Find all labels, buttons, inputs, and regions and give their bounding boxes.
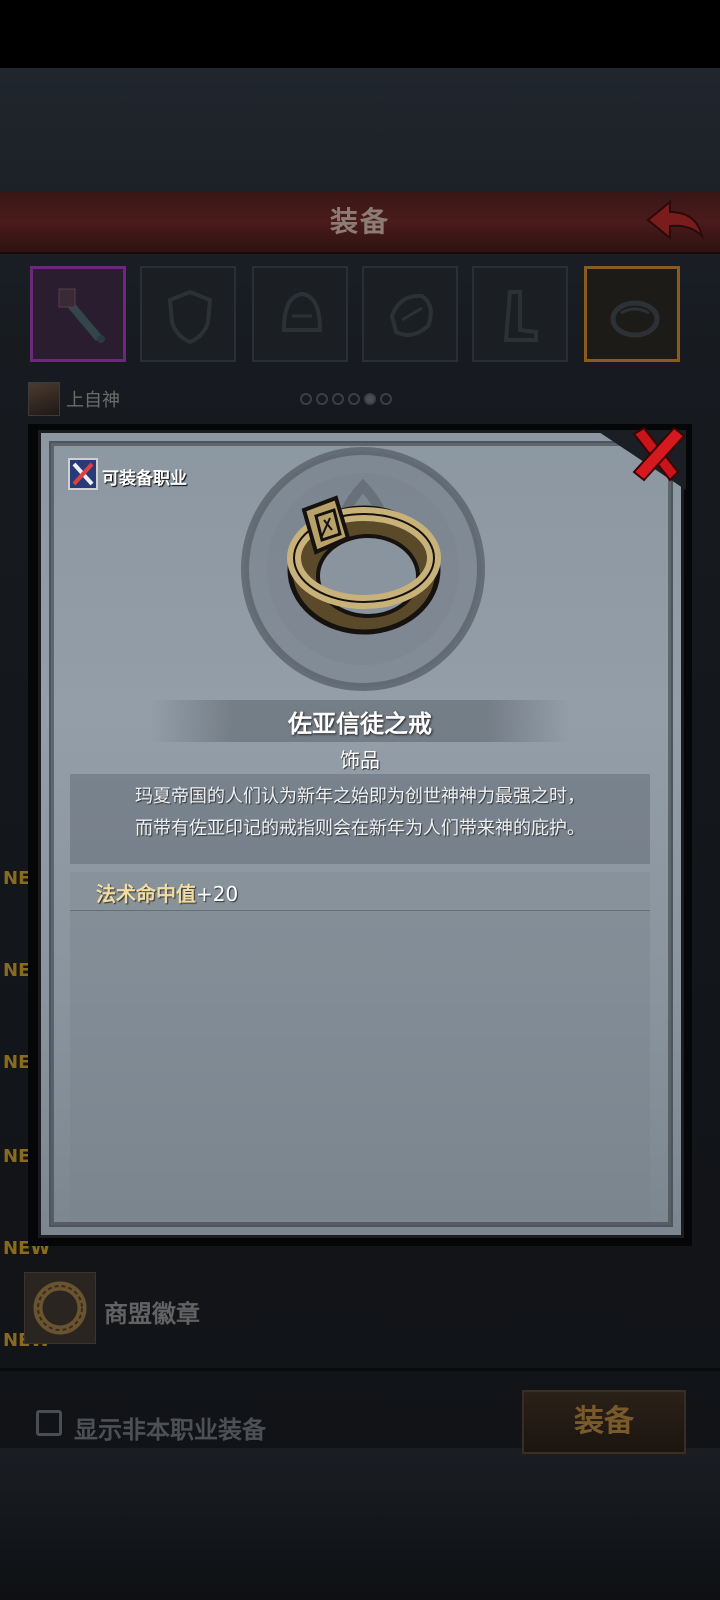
character-name: 上自神 bbox=[66, 390, 120, 411]
stat-name: 法术命中值 bbox=[96, 882, 196, 906]
helmet-icon bbox=[281, 291, 323, 332]
equippable-class-label[interactable]: 可装备职业 bbox=[102, 464, 187, 489]
list-item-label[interactable]: 商盟徽章 bbox=[104, 1294, 200, 1329]
ring-icon bbox=[287, 495, 441, 635]
slot-helmet[interactable] bbox=[252, 266, 348, 362]
item-name: 佐亚信徒之戒 bbox=[288, 710, 432, 738]
bottom-background bbox=[0, 1448, 720, 1600]
list-item-thumbnail[interactable] bbox=[24, 1272, 96, 1344]
page-dot[interactable] bbox=[300, 393, 312, 405]
stat-row: 法术命中值+20 bbox=[96, 878, 238, 907]
divider bbox=[0, 1368, 720, 1371]
badge-ring-icon bbox=[33, 1281, 87, 1335]
back-button[interactable] bbox=[644, 198, 706, 242]
slot-weapon[interactable] bbox=[30, 266, 126, 362]
page-dot[interactable] bbox=[348, 393, 360, 405]
back-arrow-icon bbox=[646, 199, 704, 241]
close-icon bbox=[632, 426, 686, 482]
stats-box bbox=[70, 872, 650, 1220]
stat-value: +20 bbox=[196, 882, 239, 906]
description-line: 而带有佐亚印记的戒指则会在新年为人们带来神的庇护。 bbox=[135, 818, 585, 839]
page-title: 装备 bbox=[329, 205, 390, 238]
description-line: 玛夏帝国的人们认为新年之始即为创世神神力最强之时， bbox=[135, 786, 585, 807]
slot-accessory[interactable] bbox=[584, 266, 680, 362]
equip-button[interactable]: 装备 bbox=[522, 1390, 686, 1454]
slot-boots[interactable] bbox=[472, 266, 568, 362]
page-dot[interactable] bbox=[380, 393, 392, 405]
page-dot[interactable] bbox=[332, 393, 344, 405]
page-dot[interactable] bbox=[316, 393, 328, 405]
shield-icon bbox=[167, 289, 213, 345]
status-bar-area bbox=[0, 0, 720, 68]
boots-icon bbox=[503, 290, 538, 342]
slot-shield[interactable] bbox=[140, 266, 236, 362]
avatar bbox=[28, 382, 60, 416]
class-icon bbox=[68, 458, 98, 490]
crossed-tools-icon bbox=[72, 462, 94, 486]
page-indicator bbox=[300, 390, 396, 409]
ring-slot-icon bbox=[610, 300, 660, 338]
slot-armor[interactable] bbox=[362, 266, 458, 362]
show-other-class-checkbox[interactable] bbox=[36, 1410, 62, 1436]
item-type: 饰品 bbox=[340, 748, 380, 772]
armor-icon bbox=[389, 293, 433, 337]
page-dot-active[interactable] bbox=[364, 393, 376, 405]
checkbox-label[interactable]: 显示非本职业装备 bbox=[74, 1410, 266, 1445]
staff-icon bbox=[58, 288, 105, 343]
close-button[interactable] bbox=[626, 424, 688, 486]
